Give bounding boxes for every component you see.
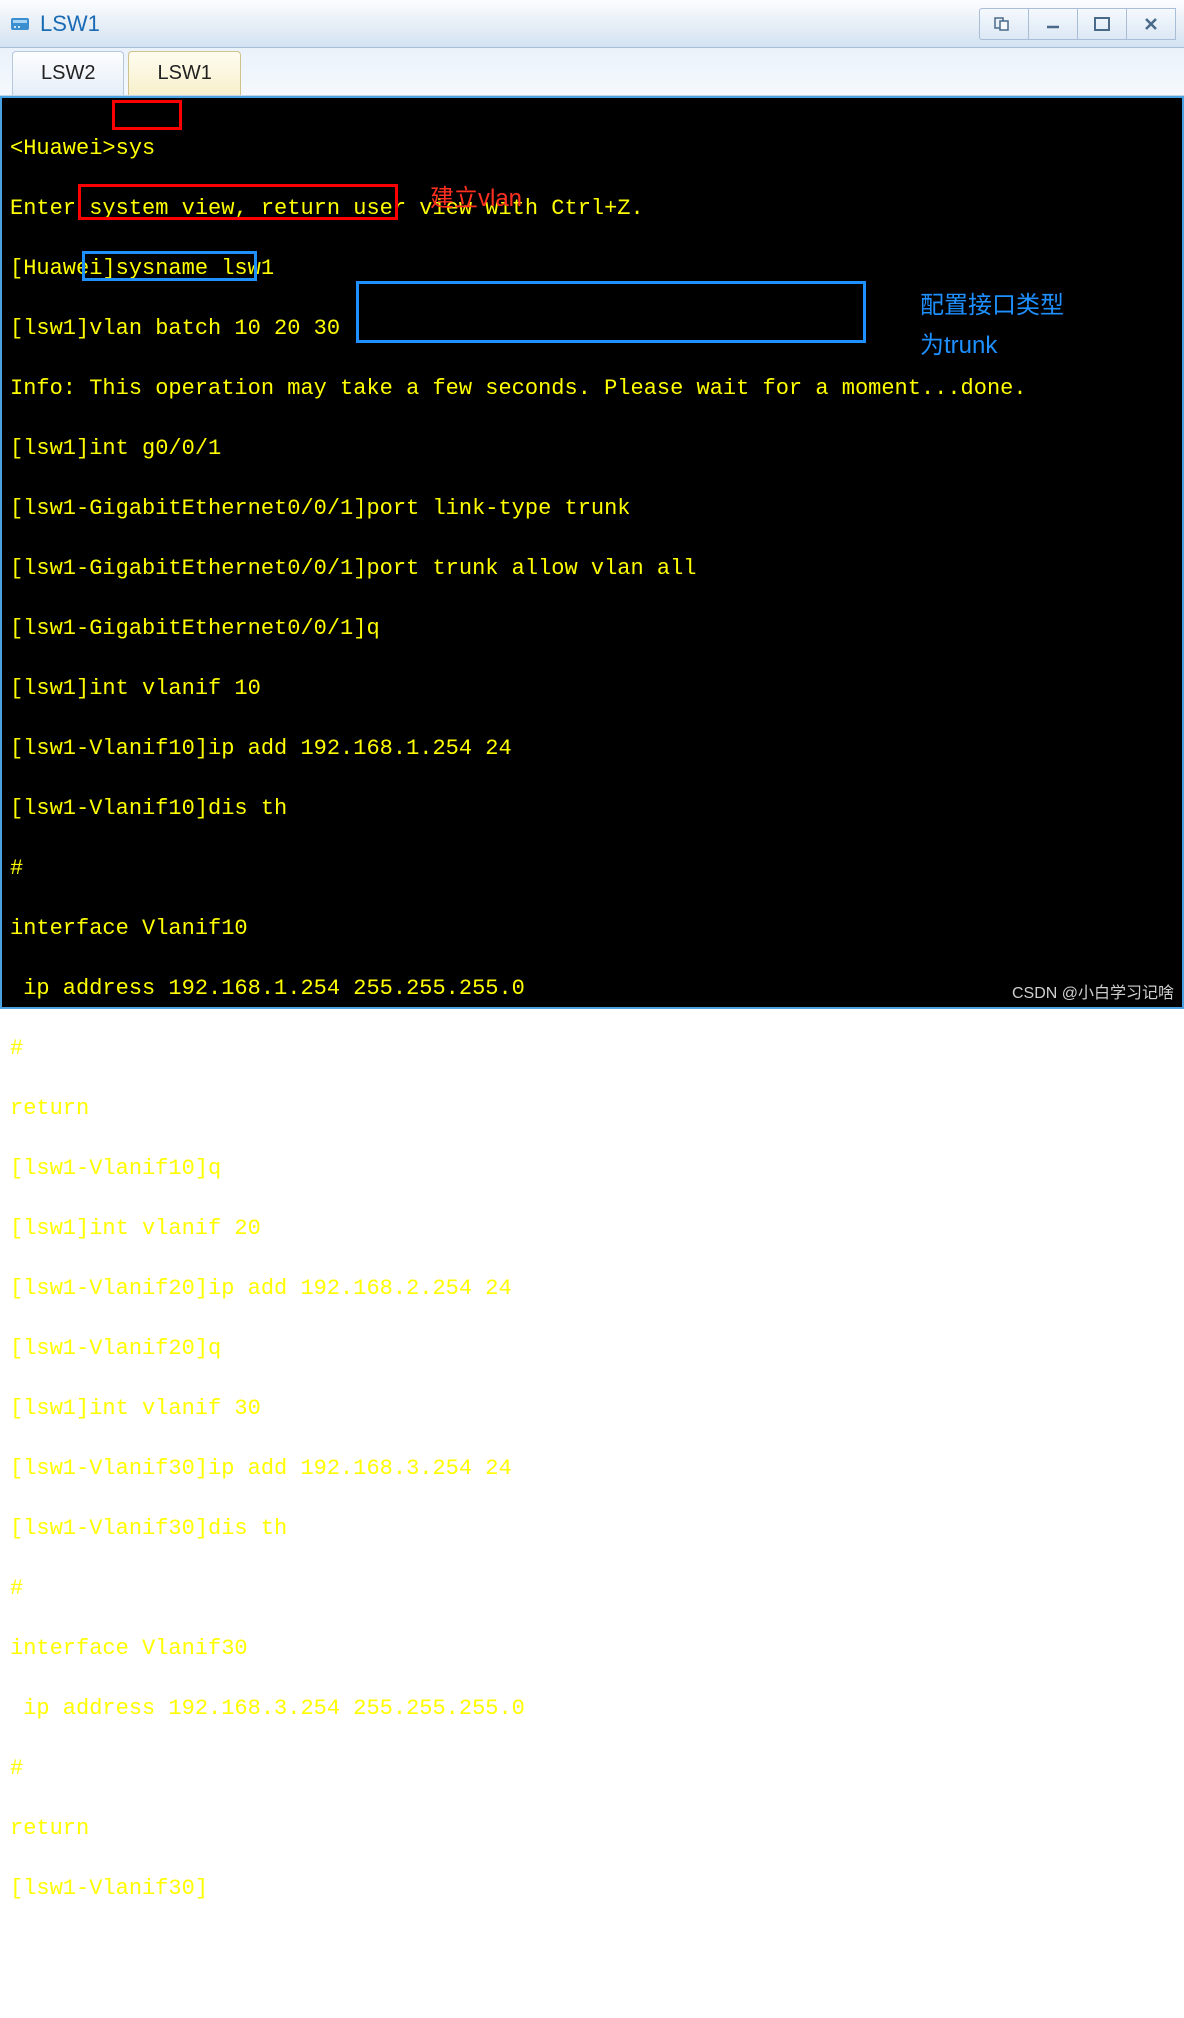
terminal-line: [lsw1-Vlanif30]dis th <box>10 1514 1174 1544</box>
terminal-line: # <box>10 854 1174 884</box>
tab-lsw1[interactable]: LSW1 <box>128 51 240 95</box>
terminal-line: [Huawei]sysname lsw1 <box>10 254 1174 284</box>
highlight-sys <box>112 100 182 130</box>
terminal-line: [lsw1-GigabitEthernet0/0/1]q <box>10 614 1174 644</box>
titlebar: LSW1 <box>0 0 1184 48</box>
terminal[interactable]: <Huawei>sys Enter system view, return us… <box>0 96 1184 1009</box>
terminal-line: [lsw1-GigabitEthernet0/0/1]port link-typ… <box>10 494 1174 524</box>
terminal-line: [lsw1-Vlanif10]dis th <box>10 794 1174 824</box>
terminal-line: [lsw1]int vlanif 10 <box>10 674 1174 704</box>
window-button-extra[interactable] <box>979 8 1029 40</box>
terminal-line: [lsw1-Vlanif20]q <box>10 1334 1174 1364</box>
terminal-line: interface Vlanif30 <box>10 1634 1174 1664</box>
app-icon <box>8 12 32 36</box>
terminal-line: [lsw1-Vlanif20]ip add 192.168.2.254 24 <box>10 1274 1174 1304</box>
terminal-line: [lsw1]vlan batch 10 20 30 <box>10 314 1174 344</box>
terminal-line: ip address 192.168.3.254 255.255.255.0 <box>10 1694 1174 1724</box>
terminal-line: [lsw1]int vlanif 30 <box>10 1394 1174 1424</box>
tab-lsw2[interactable]: LSW2 <box>12 51 124 95</box>
terminal-line: return <box>10 1814 1174 1844</box>
terminal-line: ip address 192.168.1.254 255.255.255.0 <box>10 974 1174 1004</box>
terminal-line: interface Vlanif10 <box>10 914 1174 944</box>
terminal-line: [lsw1-GigabitEthernet0/0/1]port trunk al… <box>10 554 1174 584</box>
terminal-line: [lsw1]int g0/0/1 <box>10 434 1174 464</box>
terminal-line: # <box>10 1574 1174 1604</box>
terminal-line: [lsw1-Vlanif10]ip add 192.168.1.254 24 <box>10 734 1174 764</box>
terminal-line: [lsw1-Vlanif30] <box>10 1874 1174 1904</box>
minimize-button[interactable] <box>1028 8 1078 40</box>
terminal-line: [lsw1-Vlanif10]q <box>10 1154 1174 1184</box>
close-button[interactable] <box>1126 8 1176 40</box>
terminal-line: Enter system view, return user view with… <box>10 194 1174 224</box>
terminal-line: # <box>10 1034 1174 1064</box>
tabbar: LSW2 LSW1 <box>0 48 1184 96</box>
terminal-line: [lsw1]int vlanif 20 <box>10 1214 1174 1244</box>
window-controls <box>980 8 1176 40</box>
terminal-line: # <box>10 1754 1174 1784</box>
watermark: CSDN @小白学习记啥 <box>1012 979 1174 1003</box>
window-title: LSW1 <box>40 11 980 37</box>
terminal-line: return <box>10 1094 1174 1124</box>
maximize-button[interactable] <box>1077 8 1127 40</box>
terminal-line: Info: This operation may take a few seco… <box>10 374 1174 404</box>
terminal-line: <Huawei>sys <box>10 134 1174 164</box>
terminal-line: [lsw1-Vlanif30]ip add 192.168.3.254 24 <box>10 1454 1174 1484</box>
